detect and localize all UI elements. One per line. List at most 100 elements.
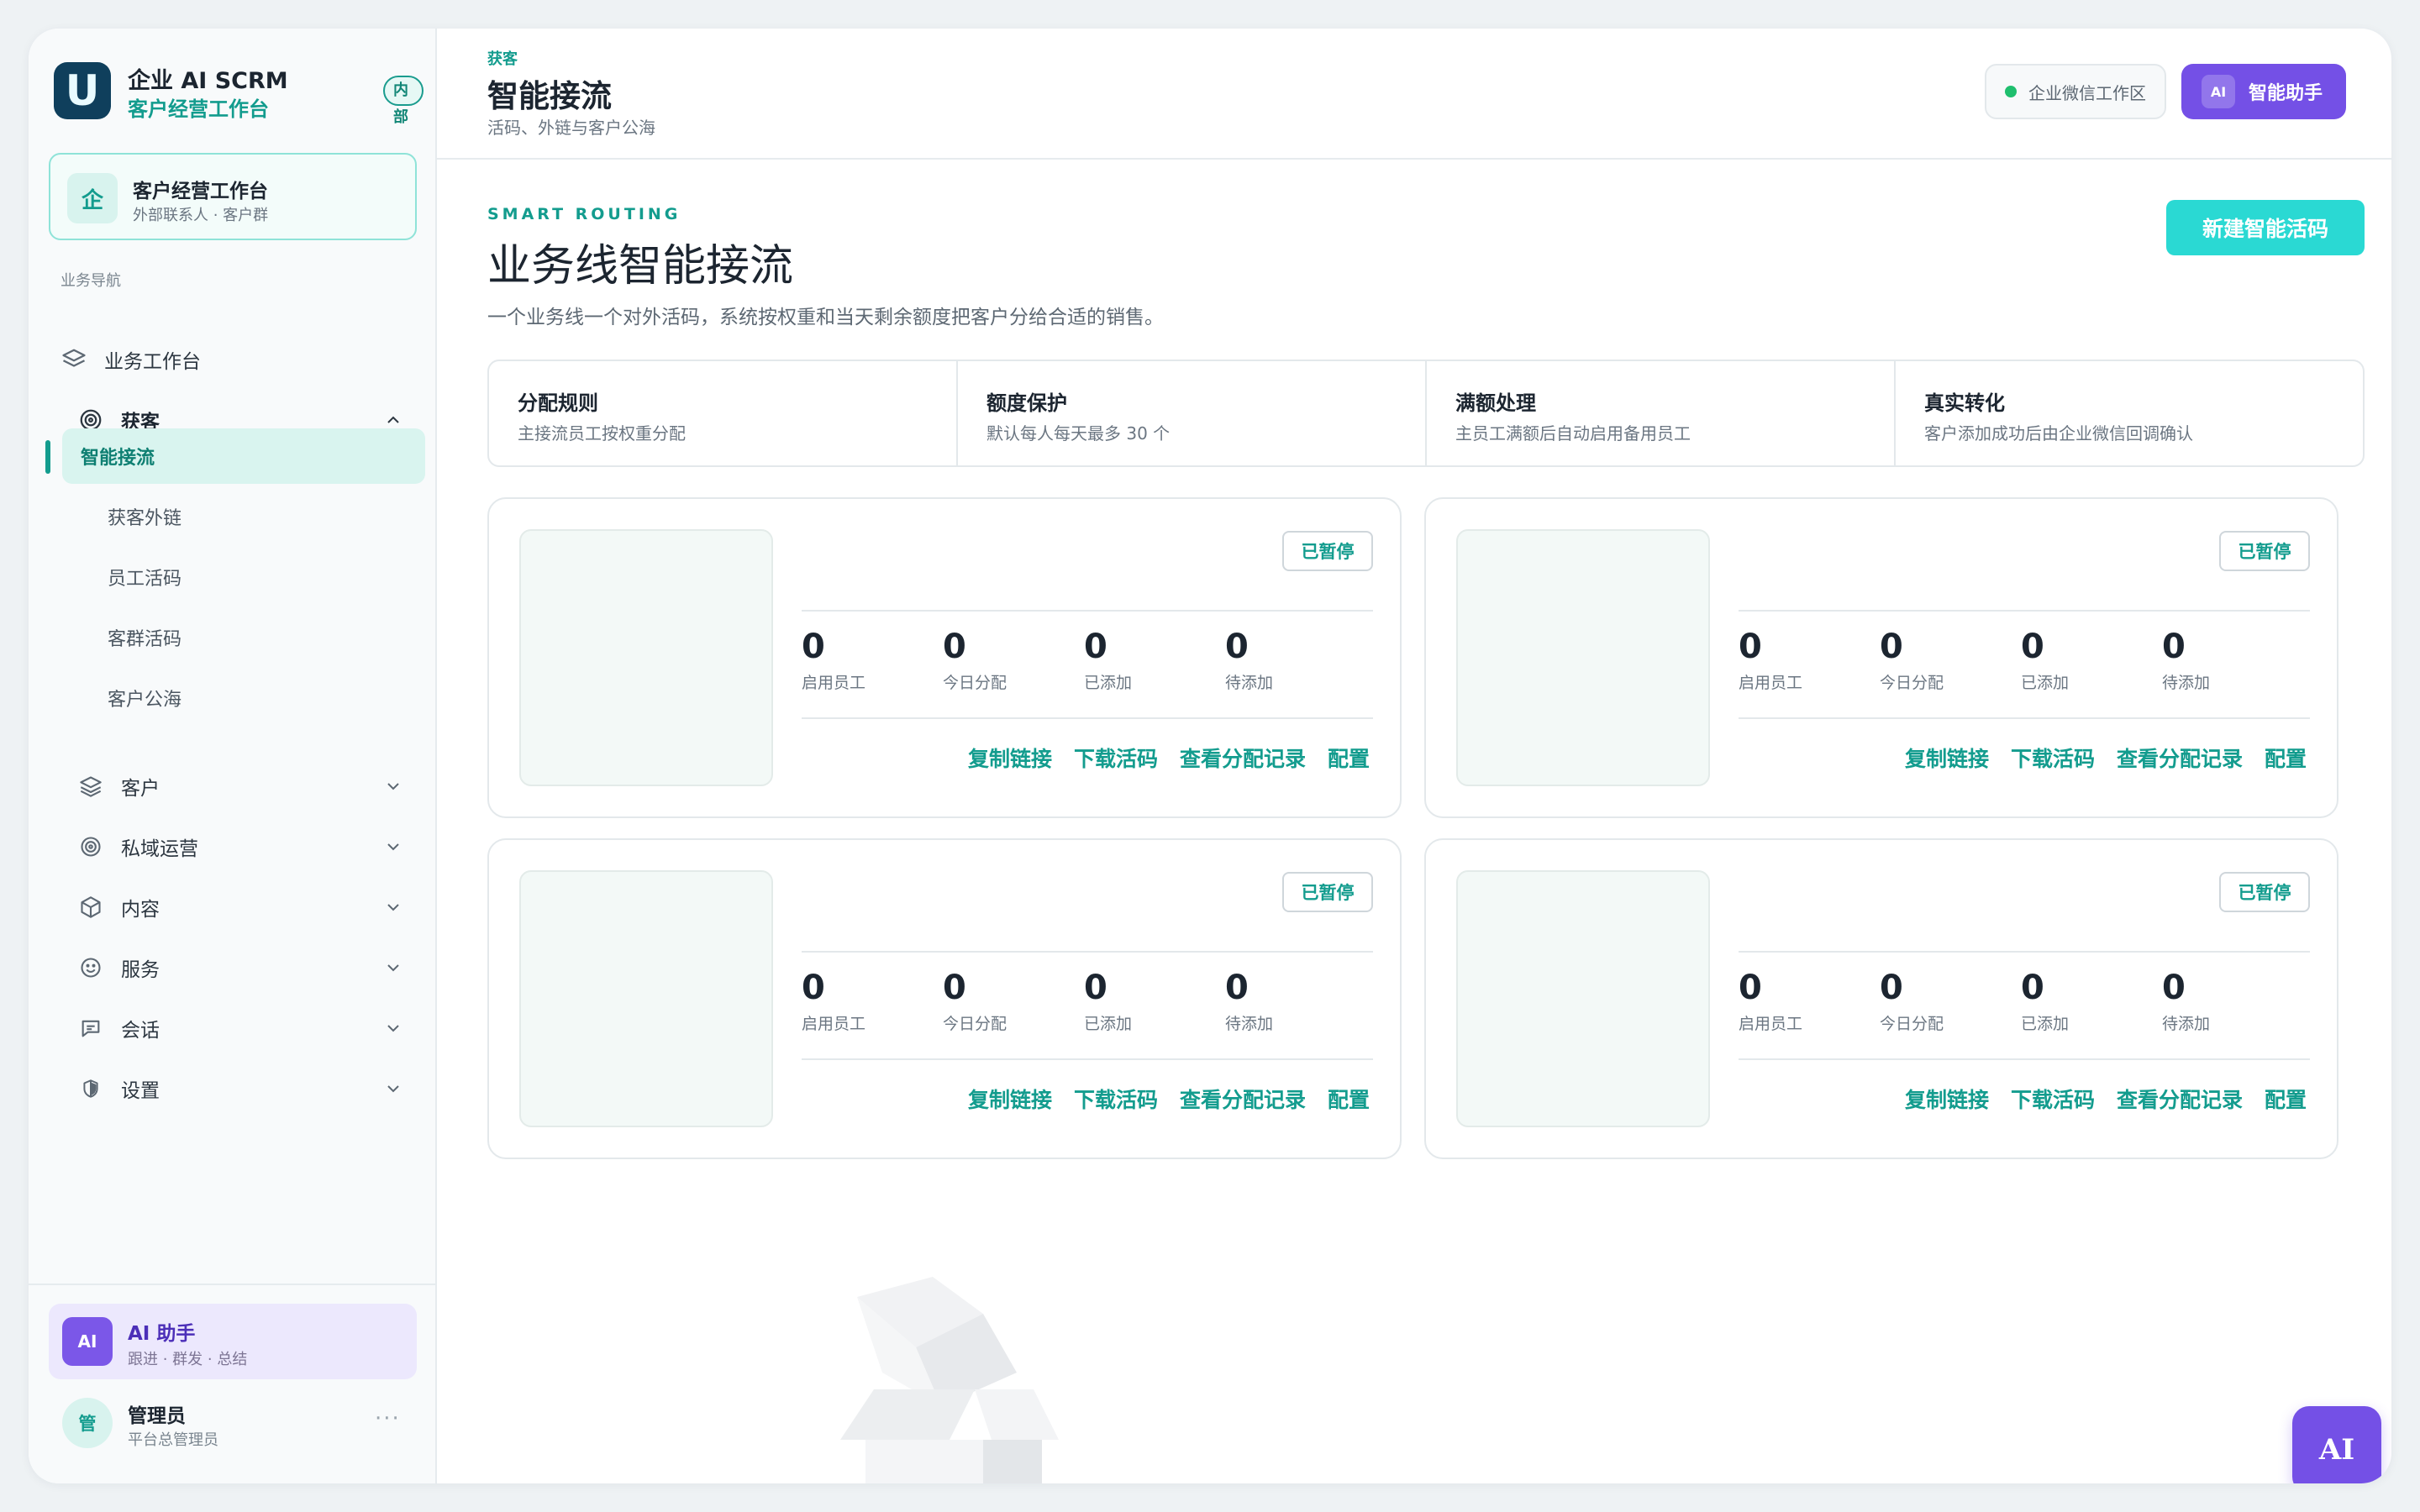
ai-mini-icon: AI: [2202, 75, 2235, 108]
app-window: U 企业 AI SCRM 客户经营工作台 内部 企 客户经营工作台 外部联系人 …: [29, 29, 2391, 1483]
ai-card-subtitle: 跟进 · 群发 · 总结: [128, 1351, 248, 1368]
download-code-button[interactable]: 下载活码: [1074, 743, 1158, 773]
stat-active-staff: 0 启用员工: [802, 969, 866, 1033]
sidebar-item-content[interactable]: 内容: [77, 882, 413, 932]
card-actions: 复制链接 下载活码 查看分配记录 配置: [1905, 1084, 2307, 1114]
sidebar-item-workbench[interactable]: 业务工作台: [60, 334, 413, 385]
copy-link-button[interactable]: 复制链接: [968, 743, 1052, 773]
feature-item: 分配规则 主接流员工按权重分配: [489, 361, 958, 465]
sidebar-item-service[interactable]: 服务: [77, 942, 413, 993]
divider: [802, 1058, 1373, 1060]
view-records-button[interactable]: 查看分配记录: [2117, 743, 2243, 773]
sidebar-item-label: 客户: [121, 778, 160, 800]
breadcrumb[interactable]: 获客: [487, 47, 518, 69]
card-actions: 复制链接 下载活码 查看分配记录 配置: [1905, 743, 2307, 773]
sidebar-item-label: 业务工作台: [104, 351, 201, 373]
box-icon: [77, 894, 104, 921]
divider: [1739, 610, 2310, 612]
assistant-button-label: 智能助手: [2249, 83, 2323, 104]
feature-title: 真实转化: [1924, 391, 2005, 415]
qr-code-placeholder: [519, 870, 773, 1127]
copy-link-button[interactable]: 复制链接: [968, 1084, 1052, 1114]
status-badge: 已暂停: [1282, 872, 1373, 912]
stat-pending: 0 待添加: [2162, 969, 2211, 1033]
config-button[interactable]: 配置: [1328, 743, 1370, 773]
card-actions: 复制链接 下载活码 查看分配记录 配置: [968, 743, 1370, 773]
chevron-down-icon: [380, 833, 407, 860]
sidebar-item-employee-codes[interactable]: 员工活码: [62, 549, 425, 605]
download-code-button[interactable]: 下载活码: [2011, 1084, 2095, 1114]
feature-title: 额度保护: [986, 391, 1067, 415]
nav-section-label: 业务导航: [60, 272, 121, 290]
ai-card-title: AI 助手: [128, 1323, 196, 1345]
chevron-down-icon: [380, 1015, 407, 1042]
chevron-down-icon: [380, 1075, 407, 1102]
qr-code-placeholder: [1456, 870, 1710, 1127]
workspace-switcher[interactable]: 企 客户经营工作台 外部联系人 · 客户群: [49, 153, 417, 240]
qr-code-placeholder: [1456, 529, 1710, 786]
ai-floating-button[interactable]: AI: [2292, 1406, 2381, 1483]
chevron-down-icon: [380, 773, 407, 800]
chevron-down-icon: [380, 954, 407, 981]
sidebar-item-customers[interactable]: 客户: [77, 761, 413, 811]
workspace-icon: 企: [67, 173, 118, 223]
sidebar-item-group-codes[interactable]: 客群活码: [62, 610, 425, 665]
smile-icon: [77, 954, 104, 981]
view-records-button[interactable]: 查看分配记录: [2117, 1084, 2243, 1114]
new-smart-code-button[interactable]: 新建智能活码: [2166, 200, 2365, 255]
sidebar-item-conversations[interactable]: 会话: [77, 1003, 413, 1053]
workspace-pill[interactable]: 企业微信工作区: [1985, 64, 2166, 119]
status-badge: 已暂停: [2219, 872, 2310, 912]
sidebar-item-acquisition-links[interactable]: 获客外链: [62, 489, 425, 544]
brand[interactable]: U 企业 AI SCRM 客户经营工作台 内部: [54, 60, 424, 126]
section-description: 一个业务线一个对外活码，系统按权重和当天剩余额度把客户分给合适的销售。: [487, 307, 1164, 328]
stat-today-assigned: 0 今日分配: [943, 969, 1007, 1033]
config-button[interactable]: 配置: [2265, 1084, 2307, 1114]
sidebar-item-label: 内容: [121, 899, 160, 921]
more-icon[interactable]: ···: [375, 1406, 401, 1431]
avatar[interactable]: 管: [62, 1398, 113, 1448]
config-button[interactable]: 配置: [2265, 743, 2307, 773]
view-records-button[interactable]: 查看分配记录: [1180, 1084, 1306, 1114]
empty-box-illustration: [840, 1277, 1059, 1483]
divider: [1739, 1058, 2310, 1060]
feature-desc: 默认每人每天最多 30 个: [986, 423, 1171, 444]
sidebar-item-customer-pool[interactable]: 客户公海: [62, 670, 425, 726]
feature-strip: 分配规则 主接流员工按权重分配 额度保护 默认每人每天最多 30 个 满额处理 …: [487, 360, 2365, 467]
ai-badge-icon: AI: [62, 1317, 113, 1366]
sidebar-item-label: 私域运营: [121, 838, 198, 860]
config-button[interactable]: 配置: [1328, 1084, 1370, 1114]
copy-link-button[interactable]: 复制链接: [1905, 1084, 1989, 1114]
copy-link-button[interactable]: 复制链接: [1905, 743, 1989, 773]
feature-item: 额度保护 默认每人每天最多 30 个: [958, 361, 1427, 465]
page-subtitle: 活码、外链与客户公海: [487, 118, 655, 138]
layers-icon: [60, 346, 87, 373]
sidebar-item-label: 设置: [121, 1080, 160, 1102]
feature-desc: 主接流员工按权重分配: [518, 423, 686, 444]
divider: [802, 951, 1373, 953]
brand-name: 企业 AI SCRM: [128, 68, 288, 94]
target-icon: [77, 833, 104, 860]
status-badge: 已暂停: [1282, 531, 1373, 571]
routing-card: 已暂停 0 启用员工 0 今日分配 0 已添加 0 待添加 复制链接 下载活码 查看分配…: [487, 838, 1402, 1159]
sidebar-item-settings[interactable]: 设置: [77, 1063, 413, 1114]
feature-item: 真实转化 客户添加成功后由企业微信回调确认: [1896, 361, 2363, 465]
smart-assistant-button[interactable]: AI 智能助手: [2181, 64, 2346, 119]
view-records-button[interactable]: 查看分配记录: [1180, 743, 1306, 773]
shield-icon: [77, 1075, 104, 1102]
workspace-pill-label: 企业微信工作区: [2028, 82, 2146, 103]
stat-added: 0 已添加: [2021, 627, 2070, 692]
sidebar-item-private-ops[interactable]: 私域运营: [77, 822, 413, 872]
sidebar-item-label: 会话: [121, 1020, 160, 1042]
stat-active-staff: 0 启用员工: [1739, 969, 1803, 1033]
active-indicator: [45, 440, 50, 474]
stat-added: 0 已添加: [1084, 627, 1133, 692]
divider: [802, 717, 1373, 719]
topbar: 获客 智能接流 活码、外链与客户公海 企业微信工作区 AI 智能助手: [437, 29, 2391, 160]
user-role: 平台总管理员: [128, 1431, 218, 1449]
ai-assistant-card[interactable]: AI AI 助手 跟进 · 群发 · 总结: [49, 1304, 417, 1379]
workspace-title: 客户经营工作台: [133, 181, 268, 202]
sidebar-item-smart-routing[interactable]: 智能接流: [62, 428, 425, 484]
download-code-button[interactable]: 下载活码: [2011, 743, 2095, 773]
download-code-button[interactable]: 下载活码: [1074, 1084, 1158, 1114]
